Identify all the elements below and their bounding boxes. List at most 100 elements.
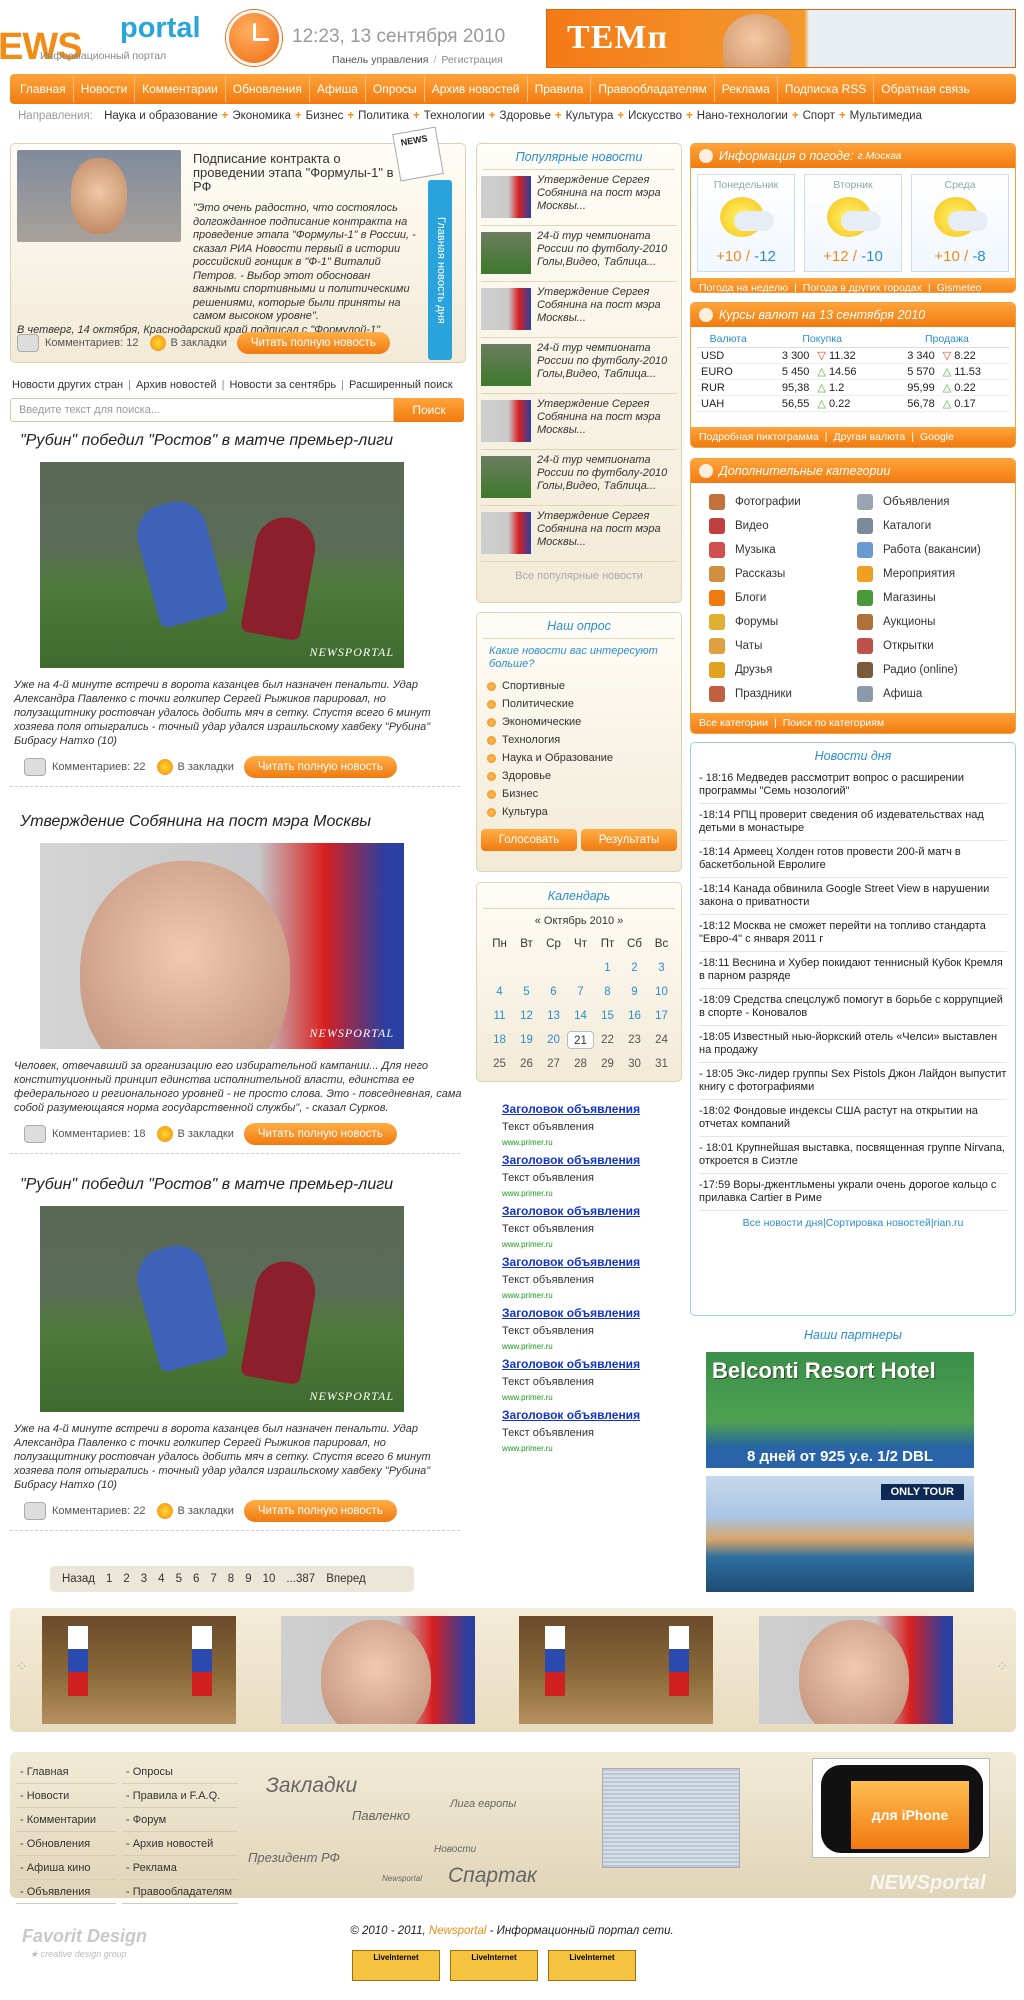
direction-link[interactable]: Политика <box>358 110 409 122</box>
bookmark-link[interactable]: В закладки <box>170 337 226 349</box>
ad-title-link[interactable]: Заголовок объявления <box>502 1102 682 1116</box>
pager-link[interactable]: Вперед <box>326 1573 366 1585</box>
radio-icon[interactable] <box>487 717 496 727</box>
widget-link[interactable]: Погода на неделю <box>699 282 788 292</box>
radio-icon[interactable] <box>487 771 496 781</box>
ad-url[interactable]: www.primer.ru <box>502 1240 682 1249</box>
ad-url[interactable]: www.primer.ru <box>502 1342 682 1351</box>
subnav-link[interactable]: Архив новостей <box>136 379 217 391</box>
footer-link[interactable]: - Главная <box>16 1760 116 1784</box>
logo-portal[interactable]: portal <box>120 12 201 45</box>
popular-thumb[interactable] <box>481 232 531 274</box>
popular-thumb[interactable] <box>481 344 531 386</box>
day-news-item[interactable]: -18:05 Известный нью-йоркский отель «Чел… <box>699 1026 1007 1063</box>
popular-thumb[interactable] <box>481 456 531 498</box>
day-news-item[interactable]: -18:14 Армеец Холден готов провести 200-… <box>699 841 1007 878</box>
pager-link[interactable]: 8 <box>228 1573 234 1585</box>
popular-text[interactable]: Утверждение Сергея Собянина на пост мэра… <box>531 510 677 557</box>
rss-icon[interactable] <box>24 758 46 776</box>
pager-link[interactable]: Назад <box>62 1573 95 1585</box>
calendar-day[interactable]: 22 <box>594 1031 621 1049</box>
widget-link[interactable]: Сортировка новостей <box>826 1217 931 1229</box>
pager-link[interactable]: 10 <box>263 1573 276 1585</box>
category-item[interactable]: Праздники <box>709 685 857 703</box>
popular-thumb[interactable] <box>481 288 531 330</box>
widget-link[interactable]: Погода в других городах <box>803 282 922 292</box>
poll-option[interactable]: Бизнес <box>477 785 681 803</box>
day-news-item[interactable]: - 18:05 Экс-лидер группы Sex Pistols Джо… <box>699 1063 1007 1100</box>
control-panel-link[interactable]: Панель управления <box>332 54 428 66</box>
popular-text[interactable]: 24-й тур чемпионата России по футболу-20… <box>531 342 677 389</box>
calendar-month[interactable]: « Октябрь 2010 » <box>477 915 681 927</box>
article-title[interactable]: "Рубин" победил "Ростов" в матче премьер… <box>10 1176 466 1194</box>
pager-link[interactable]: 3 <box>141 1573 147 1585</box>
tag[interactable]: Newsportal <box>382 1874 422 1883</box>
popular-text[interactable]: 24-й тур чемпионата России по футболу-20… <box>531 454 677 501</box>
read-full-button[interactable]: Читать полную новость <box>236 332 390 354</box>
bookmark-link[interactable]: В закладки <box>177 1505 233 1517</box>
day-news-item[interactable]: -18:12 Москва не сможет перейти на топли… <box>699 915 1007 952</box>
footer-link[interactable]: - Афиша кино <box>16 1856 116 1880</box>
calendar-day[interactable]: 16 <box>621 1007 648 1025</box>
day-news-item[interactable]: -18:14 Канада обвинила Google Street Vie… <box>699 878 1007 915</box>
direction-link[interactable]: Мультимедиа <box>850 110 922 122</box>
radio-icon[interactable] <box>487 807 496 817</box>
tour-banner[interactable]: ONLY TOUR <box>706 1476 974 1592</box>
calendar-day[interactable]: 13 <box>540 1007 567 1025</box>
bookmark-link[interactable]: В закладки <box>177 1128 233 1140</box>
direction-link[interactable]: Здоровье <box>500 110 551 122</box>
day-news-item[interactable]: -18:02 Фондовые индексы США растут на от… <box>699 1100 1007 1137</box>
popular-item[interactable]: Утверждение Сергея Собянина на пост мэра… <box>481 398 677 450</box>
calendar-day[interactable]: 25 <box>486 1055 513 1073</box>
ad-title-link[interactable]: Заголовок объявления <box>502 1306 682 1320</box>
direction-link[interactable]: Бизнес <box>306 110 344 122</box>
category-item[interactable]: Друзья <box>709 661 857 679</box>
popular-item[interactable]: 24-й тур чемпионата России по футболу-20… <box>481 454 677 506</box>
tag[interactable]: Спартак <box>448 1864 537 1888</box>
tag[interactable]: Президент РФ <box>248 1850 340 1865</box>
widget-link[interactable]: Другая валюта <box>834 431 906 443</box>
category-item[interactable]: Открытки <box>857 637 1005 655</box>
calendar-day[interactable]: 9 <box>621 983 648 1001</box>
article-title[interactable]: "Рубин" победил "Ростов" в матче премьер… <box>10 432 466 450</box>
calendar-day[interactable]: 17 <box>648 1007 675 1025</box>
weather-day[interactable]: Понедельник +10 / -12 <box>697 174 795 272</box>
radio-icon[interactable] <box>487 699 496 709</box>
tag[interactable]: Павленко <box>352 1808 410 1823</box>
register-link[interactable]: Регистрация <box>441 54 502 66</box>
footer-ad[interactable] <box>602 1768 740 1868</box>
calendar-day[interactable]: 28 <box>567 1055 594 1073</box>
article-title[interactable]: Утверждение Собянина на пост мэра Москвы <box>10 813 466 831</box>
category-item[interactable]: Радио (online) <box>857 661 1005 679</box>
all-popular-link[interactable]: Все популярные новости <box>477 562 681 590</box>
subnav-link[interactable]: Новости других стран <box>12 379 123 391</box>
calendar-day[interactable]: 1 <box>594 959 621 977</box>
hotel-banner[interactable]: Belconti Resort Hotel 8 дней от 925 у.е.… <box>706 1352 974 1468</box>
calendar-day[interactable]: 14 <box>567 1007 594 1025</box>
nav-item[interactable]: Новости <box>74 76 136 102</box>
calendar-day[interactable]: 27 <box>540 1055 567 1073</box>
vote-button[interactable]: Голосовать <box>481 829 577 851</box>
liveinternet-counter[interactable]: LiveInternet <box>548 1950 636 1981</box>
popular-text[interactable]: Утверждение Сергея Собянина на пост мэра… <box>531 174 677 221</box>
footer-link[interactable]: - Правила и F.A.Q. <box>122 1784 238 1808</box>
radio-icon[interactable] <box>487 735 496 745</box>
pager-link[interactable]: 6 <box>193 1573 199 1585</box>
category-item[interactable]: Объявления <box>857 493 1005 511</box>
popular-item[interactable]: 24-й тур чемпионата России по футболу-20… <box>481 230 677 282</box>
pager-link[interactable]: 5 <box>176 1573 182 1585</box>
category-item[interactable]: Работа (вакансии) <box>857 541 1005 559</box>
widget-link[interactable]: Gismeteo <box>937 282 982 292</box>
footer-link[interactable]: - Форум <box>122 1808 238 1832</box>
ad-title-link[interactable]: Заголовок объявления <box>502 1153 682 1167</box>
calendar-day[interactable]: 11 <box>486 1007 513 1025</box>
direction-link[interactable]: Культура <box>566 110 614 122</box>
category-item[interactable]: Чаты <box>709 637 857 655</box>
category-item[interactable]: Блоги <box>709 589 857 607</box>
calendar-day[interactable]: 20 <box>540 1031 567 1049</box>
footer-link[interactable]: - Правообладателям <box>122 1880 238 1904</box>
calendar-day[interactable]: 18 <box>486 1031 513 1049</box>
popular-thumb[interactable] <box>481 176 531 218</box>
nav-item[interactable]: Обратная связь <box>874 76 976 102</box>
category-item[interactable]: Музыка <box>709 541 857 559</box>
